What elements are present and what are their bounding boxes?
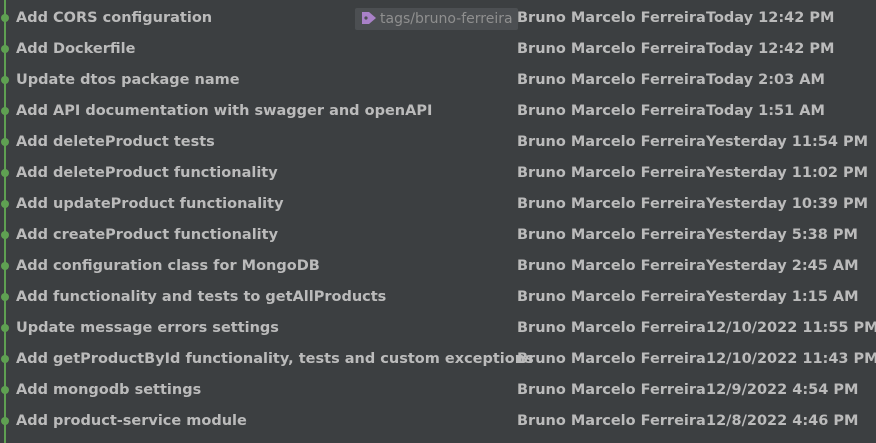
- commit-row[interactable]: Update dtos package name Bruno Marcelo F…: [0, 65, 876, 96]
- commit-date: 12/10/2022 11:43 PM: [706, 351, 876, 367]
- commit-author: Bruno Marcelo Ferreira: [517, 41, 706, 57]
- commit-author: Bruno Marcelo Ferreira: [517, 134, 706, 150]
- commit-message: Add mongodb settings: [16, 382, 202, 398]
- commit-date: Yesterday 1:15 AM: [706, 289, 859, 305]
- tag-name: tags/bruno-ferreira: [380, 11, 513, 27]
- commit-row[interactable]: Add mongodb settings Bruno Marcelo Ferre…: [0, 375, 876, 406]
- commit-message: Add product-service module: [16, 413, 247, 429]
- commit-date: Yesterday 5:38 PM: [706, 227, 858, 243]
- commit-author: Bruno Marcelo Ferreira: [517, 351, 706, 367]
- commit-row[interactable]: Add deleteProduct tests Bruno Marcelo Fe…: [0, 127, 876, 158]
- commit-author: Bruno Marcelo Ferreira: [517, 289, 706, 305]
- commit-log: Add CORS configuration tags/bruno-ferrei…: [0, 0, 876, 443]
- commit-message: Add Dockerfile: [16, 41, 136, 57]
- commit-date: Today 12:42 PM: [706, 10, 835, 26]
- commit-row[interactable]: Add getProductById functionality, tests …: [0, 344, 876, 375]
- commit-author: Bruno Marcelo Ferreira: [517, 413, 706, 429]
- commit-message: Add API documentation with swagger and o…: [16, 103, 433, 119]
- commit-message: Update dtos package name: [16, 72, 240, 88]
- commit-message: Add createProduct functionality: [16, 227, 279, 243]
- commit-row[interactable]: Add configuration class for MongoDB Brun…: [0, 251, 876, 282]
- commit-node-icon: [1, 14, 9, 22]
- commit-author: Bruno Marcelo Ferreira: [517, 103, 706, 119]
- commit-node-icon: [1, 355, 9, 363]
- commit-node-icon: [1, 107, 9, 115]
- commit-date: Yesterday 11:54 PM: [706, 134, 869, 150]
- commit-row[interactable]: Update message errors settings Bruno Mar…: [0, 313, 876, 344]
- commit-message: Add deleteProduct tests: [16, 134, 215, 150]
- commit-date: 12/9/2022 4:54 PM: [706, 382, 859, 398]
- commit-message: Add CORS configuration: [16, 10, 213, 26]
- commit-date: Today 12:42 PM: [706, 41, 835, 57]
- commit-row[interactable]: Add updateProduct functionality Bruno Ma…: [0, 189, 876, 220]
- commit-author: Bruno Marcelo Ferreira: [517, 196, 706, 212]
- commit-row[interactable]: Add functionality and tests to getAllPro…: [0, 282, 876, 313]
- commit-date: 12/10/2022 11:55 PM: [706, 320, 876, 336]
- commit-node-icon: [1, 417, 9, 425]
- commit-node-icon: [1, 169, 9, 177]
- tag-icon: [362, 12, 376, 24]
- commit-date: Yesterday 2:45 AM: [706, 258, 859, 274]
- commit-row[interactable]: Add Dockerfile Bruno Marcelo Ferreira To…: [0, 34, 876, 65]
- commit-message: Add getProductById functionality, tests …: [16, 351, 534, 367]
- commit-node-icon: [1, 324, 9, 332]
- commit-message: Update message errors settings: [16, 320, 279, 336]
- commit-message: Add configuration class for MongoDB: [16, 258, 320, 274]
- commit-row[interactable]: Add API documentation with swagger and o…: [0, 96, 876, 127]
- commit-node-icon: [1, 293, 9, 301]
- commit-date: Today 2:03 AM: [706, 72, 825, 88]
- commit-node-icon: [1, 386, 9, 394]
- commit-author: Bruno Marcelo Ferreira: [517, 72, 706, 88]
- commit-node-icon: [1, 138, 9, 146]
- commit-message: Add updateProduct functionality: [16, 196, 284, 212]
- commit-date: Yesterday 10:39 PM: [706, 196, 869, 212]
- commit-message: Add functionality and tests to getAllPro…: [16, 289, 387, 305]
- commit-row[interactable]: Add product-service module Bruno Marcelo…: [0, 406, 876, 437]
- commit-date: Yesterday 11:02 PM: [706, 165, 869, 181]
- commit-date: 12/8/2022 4:46 PM: [706, 413, 859, 429]
- commit-node-icon: [1, 45, 9, 53]
- commit-node-icon: [1, 76, 9, 84]
- commit-author: Bruno Marcelo Ferreira: [517, 165, 706, 181]
- tag-label[interactable]: tags/bruno-ferreira: [355, 8, 518, 30]
- commit-row[interactable]: Add deleteProduct functionality Bruno Ma…: [0, 158, 876, 189]
- commit-node-icon: [1, 262, 9, 270]
- commit-author: Bruno Marcelo Ferreira: [517, 227, 706, 243]
- commit-author: Bruno Marcelo Ferreira: [517, 10, 706, 26]
- commit-author: Bruno Marcelo Ferreira: [517, 382, 706, 398]
- commit-row[interactable]: Add CORS configuration tags/bruno-ferrei…: [0, 3, 876, 34]
- commit-author: Bruno Marcelo Ferreira: [517, 320, 706, 336]
- commit-node-icon: [1, 200, 9, 208]
- commit-author: Bruno Marcelo Ferreira: [517, 258, 706, 274]
- commit-node-icon: [1, 231, 9, 239]
- commit-message: Add deleteProduct functionality: [16, 165, 278, 181]
- commit-row[interactable]: Add createProduct functionality Bruno Ma…: [0, 220, 876, 251]
- commit-date: Today 1:51 AM: [706, 103, 825, 119]
